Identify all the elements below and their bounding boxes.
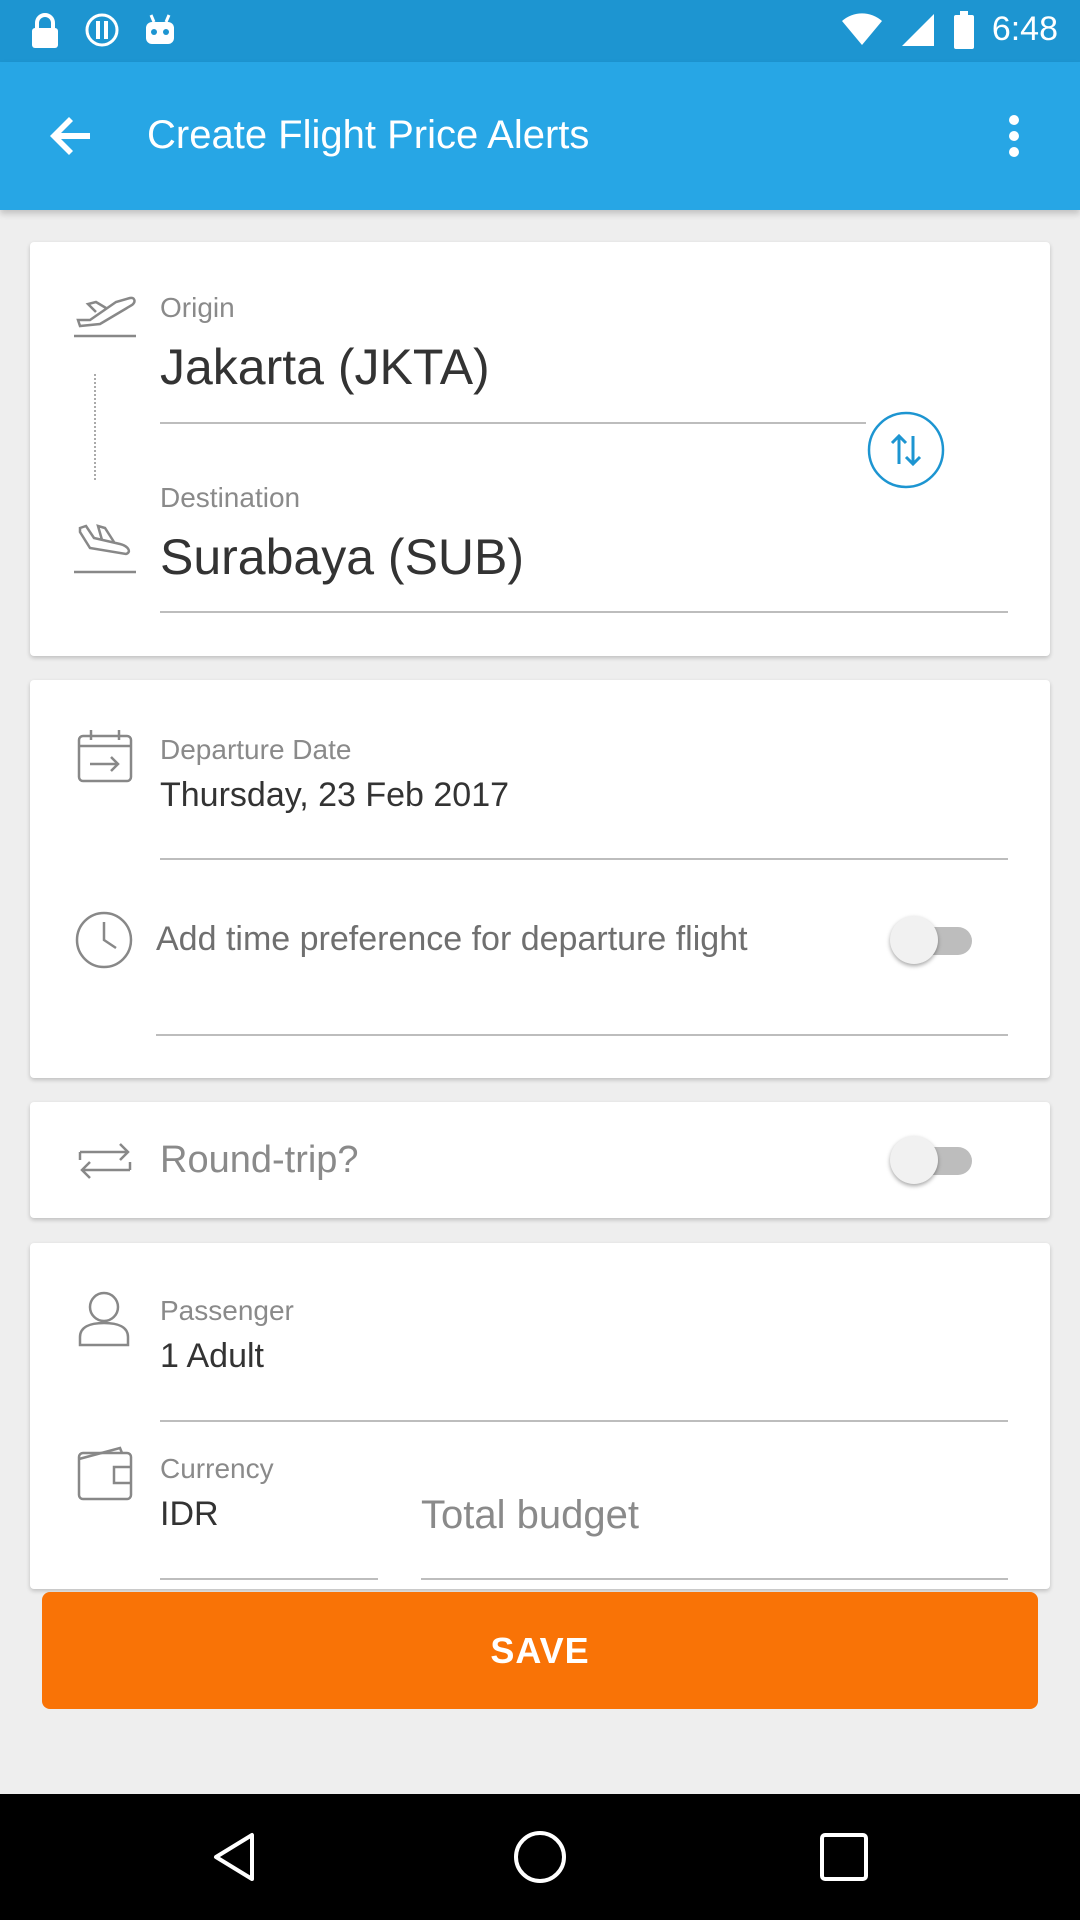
roundtrip-card: Round-trip? bbox=[30, 1102, 1050, 1218]
time-preference-toggle[interactable] bbox=[890, 913, 980, 967]
back-arrow-icon[interactable] bbox=[44, 108, 100, 164]
origin-underline bbox=[160, 422, 866, 424]
nav-home-icon[interactable] bbox=[510, 1827, 570, 1887]
roundtrip-icon bbox=[78, 1143, 132, 1179]
destination-field[interactable]: Surabaya (SUB) bbox=[160, 528, 524, 586]
passenger-card: Passenger 1 Adult Currency IDR Total bud… bbox=[30, 1243, 1050, 1589]
save-button[interactable]: SAVE bbox=[42, 1592, 1038, 1709]
page-title: Create Flight Price Alerts bbox=[147, 113, 590, 157]
person-icon bbox=[78, 1291, 130, 1347]
clock-icon bbox=[75, 911, 133, 969]
wifi-icon bbox=[841, 12, 882, 45]
roundtrip-toggle[interactable] bbox=[890, 1133, 980, 1187]
date-card: Departure Date Thursday, 23 Feb 2017 Add… bbox=[30, 680, 1050, 1078]
passenger-field[interactable]: 1 Adult bbox=[160, 1337, 264, 1376]
destination-label: Destination bbox=[160, 482, 301, 513]
info-icon bbox=[85, 13, 119, 47]
battery-icon bbox=[953, 10, 974, 49]
nav-back-icon[interactable] bbox=[206, 1827, 266, 1887]
android-icon bbox=[146, 14, 174, 44]
landing-icon bbox=[74, 524, 136, 574]
currency-underline bbox=[160, 1578, 378, 1580]
origin-label: Origin bbox=[160, 292, 235, 323]
takeoff-icon bbox=[74, 296, 136, 338]
passenger-label: Passenger bbox=[160, 1295, 294, 1326]
departure-date-field[interactable]: Thursday, 23 Feb 2017 bbox=[160, 776, 509, 815]
more-vert-icon[interactable] bbox=[984, 106, 1044, 166]
toggle-knob bbox=[890, 916, 938, 964]
status-bar: 6:48 bbox=[0, 0, 1080, 62]
total-budget-input[interactable]: Total budget bbox=[421, 1493, 639, 1538]
roundtrip-label: Round-trip? bbox=[160, 1139, 359, 1181]
nav-recents-icon[interactable] bbox=[814, 1827, 874, 1887]
route-card: Origin Jakarta (JKTA) Destination Suraba… bbox=[30, 242, 1050, 656]
time-preference-underline bbox=[156, 1034, 1008, 1036]
destination-underline bbox=[160, 611, 1008, 613]
departure-date-underline bbox=[160, 858, 1008, 860]
system-nav-bar bbox=[0, 1794, 1080, 1920]
calendar-icon[interactable] bbox=[76, 728, 134, 784]
status-time: 6:48 bbox=[991, 10, 1058, 48]
toggle-knob bbox=[890, 1136, 938, 1184]
passenger-underline bbox=[160, 1420, 1008, 1422]
route-dotted-connector bbox=[94, 374, 96, 480]
origin-field[interactable]: Jakarta (JKTA) bbox=[160, 338, 490, 396]
total-budget-underline bbox=[421, 1578, 1008, 1580]
signal-icon bbox=[901, 13, 934, 46]
departure-date-label: Departure Date bbox=[160, 734, 352, 765]
lock-icon bbox=[32, 13, 58, 48]
time-preference-label: Add time preference for departure flight bbox=[156, 920, 748, 958]
swap-icon[interactable] bbox=[866, 410, 946, 490]
currency-label: Currency bbox=[160, 1453, 274, 1484]
wallet-icon bbox=[77, 1446, 133, 1501]
currency-field[interactable]: IDR bbox=[160, 1495, 219, 1534]
app-bar: Create Flight Price Alerts bbox=[0, 62, 1080, 210]
